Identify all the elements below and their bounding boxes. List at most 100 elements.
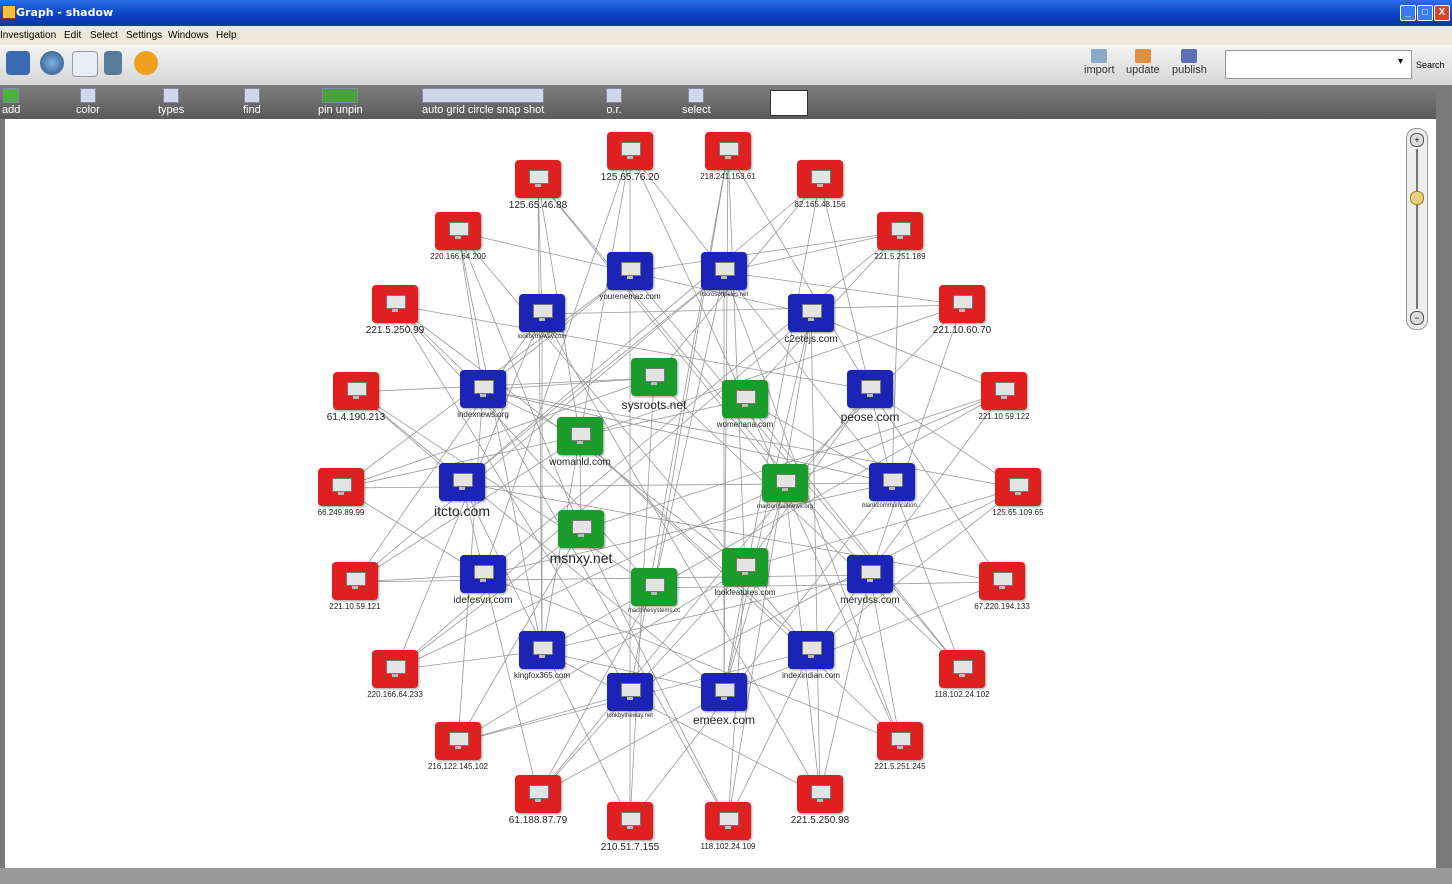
graph-node-red[interactable] (318, 468, 364, 506)
computer-icon (861, 565, 881, 579)
monitor-stand (742, 572, 748, 575)
monitor-stand (392, 674, 398, 677)
graph-node-red[interactable] (877, 722, 923, 760)
graph-node-blue[interactable] (439, 463, 485, 501)
search-button[interactable]: Search (1416, 60, 1445, 70)
graph-node-red[interactable] (332, 562, 378, 600)
graph-node-green[interactable] (557, 417, 603, 455)
computer-icon (453, 473, 473, 487)
graph-node-blue[interactable] (460, 555, 506, 593)
computer-icon (802, 304, 822, 318)
graph-node-red[interactable] (877, 212, 923, 250)
graph-node-green[interactable] (722, 548, 768, 586)
monitor-stand (539, 655, 545, 658)
graph-node-label: 216.122.145.102 (427, 762, 489, 771)
computer-icon (571, 427, 591, 441)
computer-icon (715, 262, 735, 276)
graph-node-blue[interactable] (869, 463, 915, 501)
graph-node-red[interactable] (995, 468, 1041, 506)
graph-node-red[interactable] (705, 132, 751, 170)
graph-node-red[interactable] (607, 132, 653, 170)
monitor-stand (535, 799, 541, 802)
computer-icon (861, 380, 881, 394)
graph-node-label: 118.102.24.109 (700, 842, 756, 851)
zoom-slider[interactable]: + − (1406, 128, 1428, 330)
graph-node-red[interactable] (979, 562, 1025, 600)
maximize-button[interactable]: □ (1417, 5, 1433, 21)
zoom-in-icon[interactable]: + (1410, 133, 1424, 147)
status-bar (0, 868, 1452, 884)
graph-node-green[interactable] (631, 358, 677, 396)
graph-node-blue[interactable] (460, 370, 506, 408)
computer-icon (736, 390, 756, 404)
zoom-out-icon[interactable]: − (1410, 311, 1424, 325)
monitor-stand (651, 592, 657, 595)
graph-node-red[interactable] (435, 212, 481, 250)
minimize-button[interactable]: _ (1400, 5, 1416, 21)
graph-node-blue[interactable] (607, 673, 653, 711)
computer-icon (995, 382, 1015, 396)
right-side-strip (1436, 85, 1452, 875)
computer-icon (736, 558, 756, 572)
graph-node-red[interactable] (515, 160, 561, 198)
graph-node-red[interactable] (435, 722, 481, 760)
computer-icon (474, 380, 494, 394)
graph-node-red[interactable] (797, 160, 843, 198)
graph-node-green[interactable] (762, 464, 808, 502)
graph-node-blue[interactable] (847, 555, 893, 593)
computer-icon (715, 683, 735, 697)
graph-node-blue[interactable] (519, 294, 565, 332)
graph-node-green[interactable] (722, 380, 768, 418)
monitor-stand (782, 488, 788, 491)
graph-node-green[interactable] (558, 510, 604, 548)
graph-node-red[interactable] (515, 775, 561, 813)
graph-node-label: idefesvn.com (453, 595, 513, 606)
computer-icon (802, 641, 822, 655)
monitor-stand (897, 236, 903, 239)
graph-node-red[interactable] (705, 802, 751, 840)
graph-node-label: 67.220.194.133 (974, 602, 1030, 611)
monitor-stand (808, 318, 814, 321)
graph-edge (461, 179, 821, 484)
monitor-stand (742, 404, 748, 407)
graph-node-red[interactable] (797, 775, 843, 813)
graph-node-green[interactable] (631, 568, 677, 606)
graph-node-blue[interactable] (788, 294, 834, 332)
graph-node-label: 82.165.48.156 (794, 200, 846, 209)
graph-node-red[interactable] (939, 650, 985, 688)
computer-icon (347, 382, 367, 396)
graph-node-label: 220.166.64.200 (430, 252, 486, 261)
zoom-knob[interactable] (1410, 191, 1424, 205)
graph-node-label: 221.10.60.70 (932, 325, 992, 336)
graph-node-blue[interactable] (607, 252, 653, 290)
monitor-stand (725, 826, 731, 829)
computer-icon (811, 170, 831, 184)
computer-icon (811, 785, 831, 799)
graph-node-red[interactable] (372, 650, 418, 688)
graph-node-red[interactable] (607, 802, 653, 840)
graph-node-red[interactable] (372, 285, 418, 323)
graph-node-blue[interactable] (788, 631, 834, 669)
graph-node-red[interactable] (981, 372, 1027, 410)
graph-node-red[interactable] (333, 372, 379, 410)
monitor-stand (627, 156, 633, 159)
graph-node-blue[interactable] (701, 673, 747, 711)
monitor-stand (455, 746, 461, 749)
monitor-stand (889, 487, 895, 490)
computer-icon (449, 732, 469, 746)
computer-icon (449, 222, 469, 236)
monitor-stand (651, 382, 657, 385)
computer-icon (386, 660, 406, 674)
close-button[interactable]: X (1434, 5, 1450, 21)
graph-edge (482, 377, 655, 391)
graph-node-label: lookbytheway.com (517, 334, 567, 340)
graph-node-blue[interactable] (519, 631, 565, 669)
computer-icon (533, 641, 553, 655)
graph-node-blue[interactable] (701, 252, 747, 290)
computer-icon (386, 295, 406, 309)
graph-edge (541, 304, 963, 315)
graph-node-blue[interactable] (847, 370, 893, 408)
graph-node-red[interactable] (939, 285, 985, 323)
graph-node-label: indexnews.org (457, 410, 509, 419)
graph-node-label: emeex.com (692, 713, 756, 727)
